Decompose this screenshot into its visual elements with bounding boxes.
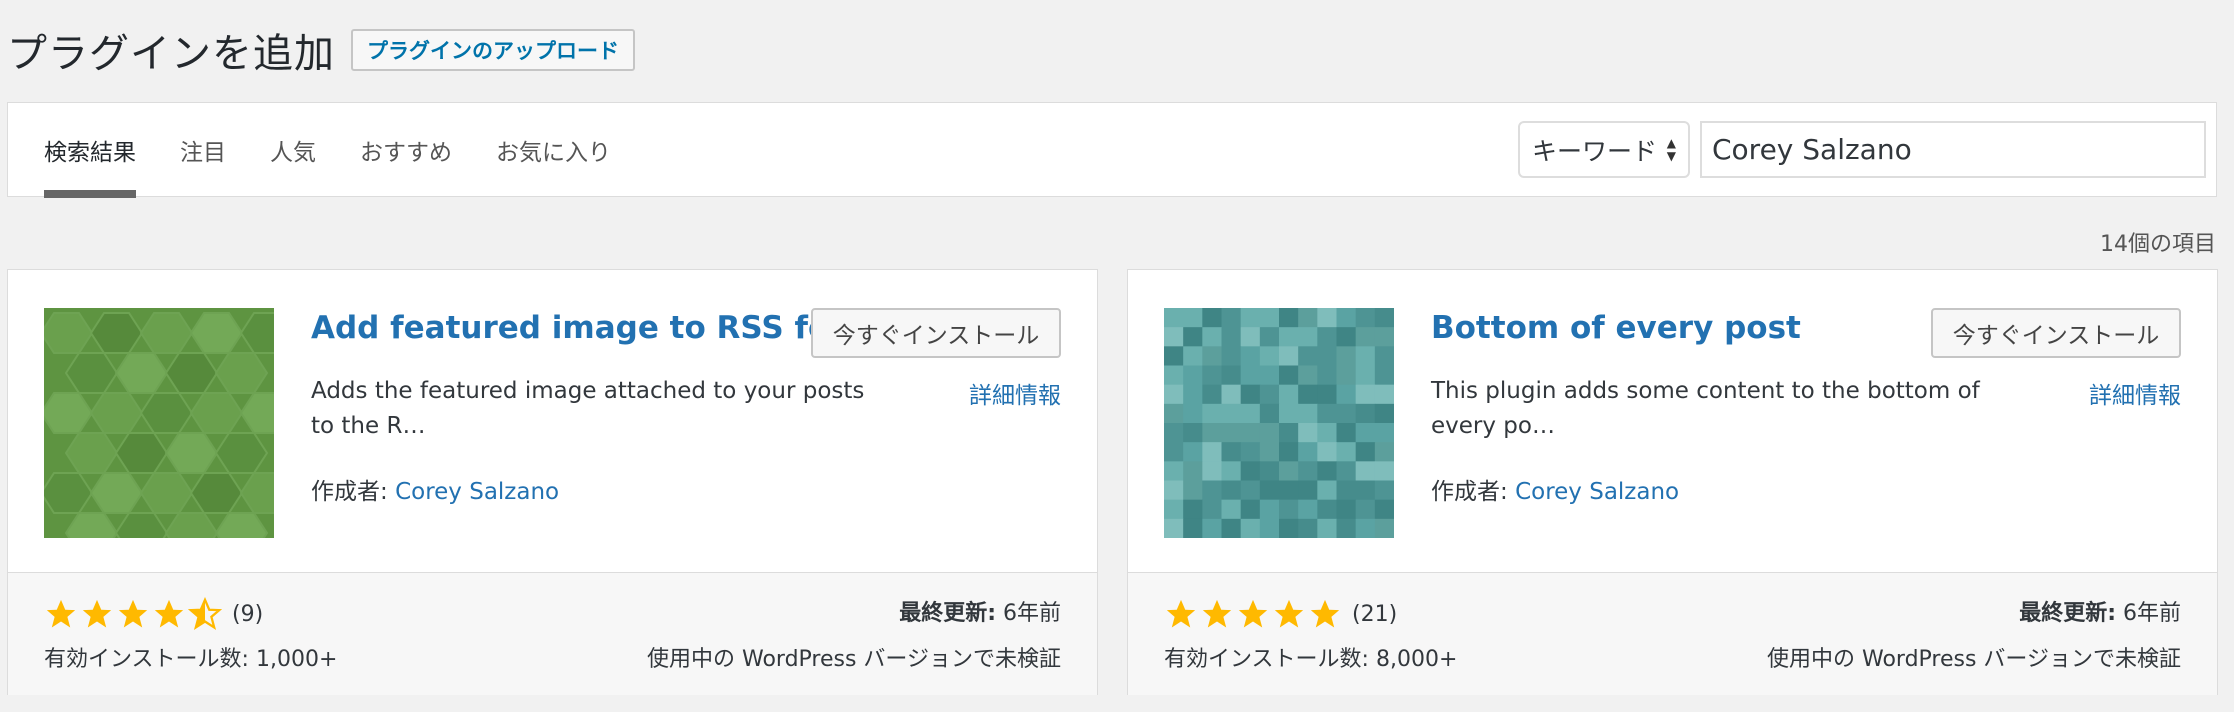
plugin-card-top: Bottom of every post 今すぐインストール 詳細情報 This… <box>1128 270 2217 572</box>
install-now-button[interactable]: 今すぐインストール <box>811 308 1061 358</box>
star-full-icon <box>1274 599 1304 628</box>
more-details-link[interactable]: 詳細情報 <box>969 376 1061 410</box>
install-now-button[interactable]: 今すぐインストール <box>1931 308 2181 358</box>
result-count: 14個の項目 <box>2100 232 2216 257</box>
plugin-card: Bottom of every post 今すぐインストール 詳細情報 This… <box>1127 269 2218 695</box>
tab-search-results[interactable]: 検索結果 <box>44 103 136 198</box>
last-updated: 最終更新: 6年前 <box>2019 595 2181 627</box>
last-updated: 最終更新: 6年前 <box>899 595 1061 627</box>
last-updated-label: 最終更新: <box>2019 601 2116 626</box>
plugin-card: Add featured image to RSS feed 今すぐインストール… <box>7 269 1098 695</box>
star-full-icon <box>1202 599 1232 628</box>
page-title: プラグインを追加 <box>7 31 335 77</box>
last-updated-label: 最終更新: <box>899 601 996 626</box>
last-updated-value: 6年前 <box>1003 601 1061 626</box>
compatibility-status: 使用中の WordPress バージョンで未検証 <box>647 647 1061 672</box>
add-plugins-page: プラグインを追加 プラグインのアップロード 検索結果 注目 人気 おすすめ お気… <box>0 0 2234 712</box>
hexagon-pattern-icon[interactable] <box>44 308 274 538</box>
pixel-mosaic-icon[interactable] <box>1164 308 1394 538</box>
compatibility-status: 使用中の WordPress バージョンで未検証 <box>1767 647 2181 672</box>
star-half-icon <box>188 597 222 631</box>
plugin-card-bottom: (21) 有効インストール数: 8,000+ 最終更新: 6年前 使用中の Wo… <box>1128 572 2217 695</box>
author-link[interactable]: Corey Salzano <box>1515 479 1679 505</box>
active-installs: 有効インストール数: 8,000+ <box>1164 647 1458 672</box>
plugin-name-link[interactable]: Bottom of every post <box>1431 310 1801 346</box>
star-rating: (21) <box>1164 597 1397 631</box>
search-type-value: キーワード <box>1532 136 1658 166</box>
star-full-icon <box>154 599 184 628</box>
star-full-icon <box>1166 599 1196 628</box>
author-label: 作成者: <box>1431 479 1508 505</box>
star-full-icon <box>1238 599 1268 628</box>
star-full-icon <box>118 599 148 628</box>
author-label: 作成者: <box>311 479 388 505</box>
rating-count: (21) <box>1352 601 1398 627</box>
star-rating: (9) <box>44 597 263 631</box>
plugin-name-link[interactable]: Add featured image to RSS feed <box>311 310 872 346</box>
page-header: プラグインを追加 プラグインのアップロード <box>7 20 635 80</box>
star-full-icon <box>82 599 112 628</box>
plugin-description: This plugin adds some content to the bot… <box>1431 378 1980 439</box>
star-full-icon <box>46 599 76 628</box>
select-arrows-icon: ▲ ▼ <box>1666 136 1676 163</box>
tab-recommended[interactable]: おすすめ <box>360 103 452 198</box>
search-input[interactable]: Corey Salzano <box>1700 121 2206 178</box>
search-type-select[interactable]: キーワード ▲ ▼ <box>1518 121 1690 178</box>
plugin-author: 作成者: Corey Salzano <box>1431 472 1679 506</box>
tab-popular[interactable]: 人気 <box>270 103 316 198</box>
active-installs: 有効インストール数: 1,000+ <box>44 647 338 672</box>
plugin-card-top: Add featured image to RSS feed 今すぐインストール… <box>8 270 1097 572</box>
tab-featured[interactable]: 注目 <box>180 103 226 198</box>
plugin-author: 作成者: Corey Salzano <box>311 472 559 506</box>
author-link[interactable]: Corey Salzano <box>395 479 559 505</box>
last-updated-value: 6年前 <box>2123 601 2181 626</box>
star-full-icon <box>1310 599 1340 628</box>
plugin-description: Adds the featured image attached to your… <box>311 378 865 439</box>
tab-favorites[interactable]: お気に入り <box>496 103 611 198</box>
upload-plugin-button[interactable]: プラグインのアップロード <box>351 29 635 71</box>
more-details-link[interactable]: 詳細情報 <box>2089 376 2181 410</box>
rating-count: (9) <box>232 601 264 627</box>
filter-tabs: 検索結果 注目 人気 おすすめ お気に入り <box>44 103 655 198</box>
filter-bar: 検索結果 注目 人気 おすすめ お気に入り キーワード ▲ ▼ Corey Sal… <box>7 102 2217 198</box>
plugin-card-bottom: (9) 有効インストール数: 1,000+ 最終更新: 6年前 使用中の Wor… <box>8 572 1097 695</box>
